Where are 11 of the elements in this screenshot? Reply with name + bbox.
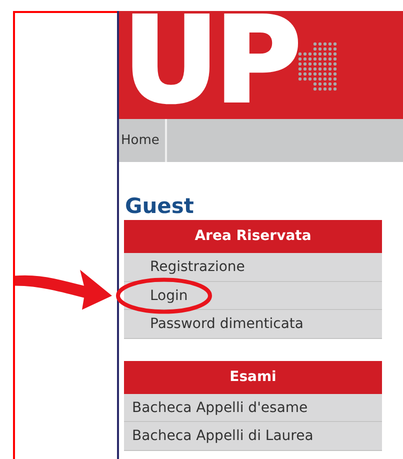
user-heading: Guest	[125, 193, 195, 220]
menu-link[interactable]: Bacheca Appelli di Laurea	[124, 422, 382, 450]
nav-tab[interactable]: Home	[119, 119, 168, 162]
menu-header: Esami	[124, 360, 382, 394]
dot-grid-icon	[297, 41, 338, 91]
menu-link[interactable]: Registrazione	[124, 253, 382, 282]
menu-link[interactable]: Bacheca Appelli d'esame	[124, 394, 382, 422]
menu-link[interactable]: Login	[124, 282, 382, 310]
logo: UP	[123, 11, 298, 119]
menu-header: Area Riservata	[124, 220, 382, 253]
menu-link[interactable]: Password dimenticata	[124, 310, 382, 338]
